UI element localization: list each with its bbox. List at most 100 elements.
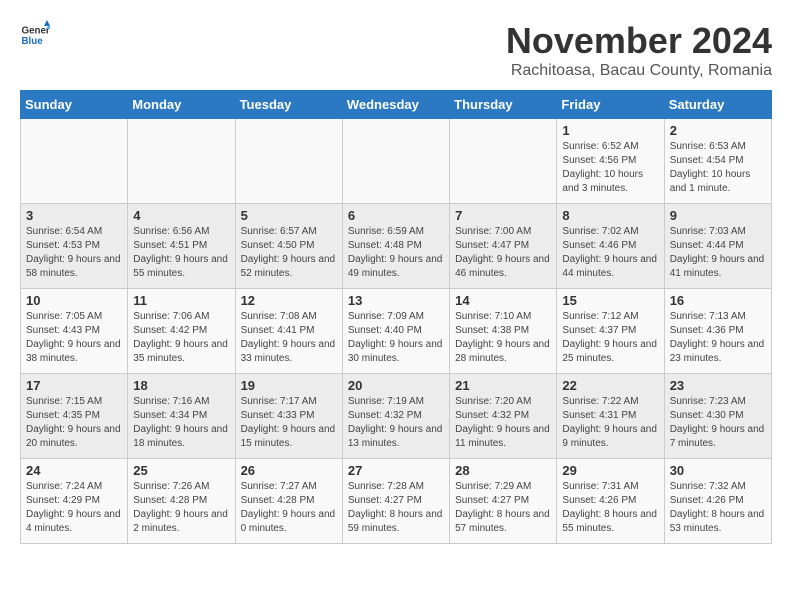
cell-info: Sunrise: 6:59 AM Sunset: 4:48 PM Dayligh… [348, 225, 444, 281]
day-number: 17 [26, 378, 122, 393]
calendar-cell: 23 Sunrise: 7:23 AM Sunset: 4:30 PM Dayli… [664, 374, 771, 459]
day-number: 8 [562, 208, 658, 223]
day-number: 18 [133, 378, 229, 393]
day-number: 9 [670, 208, 766, 223]
svg-text:Blue: Blue [22, 36, 44, 47]
day-number: 28 [455, 463, 551, 478]
cell-info: Sunrise: 7:29 AM Sunset: 4:27 PM Dayligh… [455, 480, 551, 536]
cell-info: Sunrise: 7:32 AM Sunset: 4:26 PM Dayligh… [670, 480, 766, 536]
calendar-cell: 8 Sunrise: 7:02 AM Sunset: 4:46 PM Daylig… [557, 204, 664, 289]
day-number: 16 [670, 293, 766, 308]
day-number: 4 [133, 208, 229, 223]
calendar-week-row: 10 Sunrise: 7:05 AM Sunset: 4:43 PM Dayli… [21, 289, 772, 374]
cell-info: Sunrise: 7:28 AM Sunset: 4:27 PM Dayligh… [348, 480, 444, 536]
cell-info: Sunrise: 7:13 AM Sunset: 4:36 PM Dayligh… [670, 310, 766, 366]
cell-info: Sunrise: 7:15 AM Sunset: 4:35 PM Dayligh… [26, 395, 122, 451]
day-number: 21 [455, 378, 551, 393]
day-number: 2 [670, 123, 766, 138]
calendar-cell: 25 Sunrise: 7:26 AM Sunset: 4:28 PM Dayli… [128, 459, 235, 544]
day-number: 6 [348, 208, 444, 223]
day-number: 15 [562, 293, 658, 308]
cell-info: Sunrise: 6:56 AM Sunset: 4:51 PM Dayligh… [133, 225, 229, 281]
day-number: 25 [133, 463, 229, 478]
day-number: 30 [670, 463, 766, 478]
cell-info: Sunrise: 7:24 AM Sunset: 4:29 PM Dayligh… [26, 480, 122, 536]
calendar-cell: 9Sunrise: 7:03 AM Sunset: 4:44 PM Daylig… [664, 204, 771, 289]
cell-info: Sunrise: 7:22 AM Sunset: 4:31 PM Dayligh… [562, 395, 658, 451]
day-number: 20 [348, 378, 444, 393]
day-number: 7 [455, 208, 551, 223]
calendar-cell: 20 Sunrise: 7:19 AM Sunset: 4:32 PM Dayli… [342, 374, 449, 459]
day-header-friday: Friday [557, 91, 664, 119]
cell-info: Sunrise: 7:20 AM Sunset: 4:32 PM Dayligh… [455, 395, 551, 451]
calendar-cell: 5Sunrise: 6:57 AM Sunset: 4:50 PM Daylig… [235, 204, 342, 289]
calendar-cell: 18 Sunrise: 7:16 AM Sunset: 4:34 PM Dayli… [128, 374, 235, 459]
calendar-cell: 14Sunrise: 7:10 AM Sunset: 4:38 PM Dayli… [450, 289, 557, 374]
month-title: November 2024 [506, 20, 772, 62]
page-header: General Blue November 2024 Rachitoasa, B… [20, 20, 772, 80]
calendar-cell: 27 Sunrise: 7:28 AM Sunset: 4:27 PM Dayli… [342, 459, 449, 544]
calendar-cell: 3 Sunrise: 6:54 AM Sunset: 4:53 PM Daylig… [21, 204, 128, 289]
cell-info: Sunrise: 7:16 AM Sunset: 4:34 PM Dayligh… [133, 395, 229, 451]
calendar-cell: 22 Sunrise: 7:22 AM Sunset: 4:31 PM Dayli… [557, 374, 664, 459]
day-number: 29 [562, 463, 658, 478]
cell-info: Sunrise: 7:31 AM Sunset: 4:26 PM Dayligh… [562, 480, 658, 536]
day-number: 26 [241, 463, 337, 478]
calendar-cell: 1Sunrise: 6:52 AM Sunset: 4:56 PM Daylig… [557, 119, 664, 204]
calendar-cell: 12 Sunrise: 7:08 AM Sunset: 4:41 PM Dayli… [235, 289, 342, 374]
calendar-cell: 2 Sunrise: 6:53 AM Sunset: 4:54 PM Daylig… [664, 119, 771, 204]
day-header-thursday: Thursday [450, 91, 557, 119]
calendar-cell: 28 Sunrise: 7:29 AM Sunset: 4:27 PM Dayli… [450, 459, 557, 544]
calendar-cell [21, 119, 128, 204]
logo-icon: General Blue [20, 20, 50, 50]
cell-info: Sunrise: 7:02 AM Sunset: 4:46 PM Dayligh… [562, 225, 658, 281]
cell-info: Sunrise: 7:05 AM Sunset: 4:43 PM Dayligh… [26, 310, 122, 366]
cell-info: Sunrise: 6:57 AM Sunset: 4:50 PM Dayligh… [241, 225, 337, 281]
cell-info: Sunrise: 7:12 AM Sunset: 4:37 PM Dayligh… [562, 310, 658, 366]
cell-info: Sunrise: 7:27 AM Sunset: 4:28 PM Dayligh… [241, 480, 337, 536]
title-block: November 2024 Rachitoasa, Bacau County, … [506, 20, 772, 80]
calendar-cell [342, 119, 449, 204]
calendar-cell: 15 Sunrise: 7:12 AM Sunset: 4:37 PM Dayli… [557, 289, 664, 374]
calendar-cell: 24 Sunrise: 7:24 AM Sunset: 4:29 PM Dayli… [21, 459, 128, 544]
calendar-cell: 17 Sunrise: 7:15 AM Sunset: 4:35 PM Dayli… [21, 374, 128, 459]
calendar-cell: 10 Sunrise: 7:05 AM Sunset: 4:43 PM Dayli… [21, 289, 128, 374]
calendar-cell: 21 Sunrise: 7:20 AM Sunset: 4:32 PM Dayli… [450, 374, 557, 459]
day-header-sunday: Sunday [21, 91, 128, 119]
calendar-week-row: 24 Sunrise: 7:24 AM Sunset: 4:29 PM Dayli… [21, 459, 772, 544]
day-header-tuesday: Tuesday [235, 91, 342, 119]
day-number: 27 [348, 463, 444, 478]
cell-info: Sunrise: 7:17 AM Sunset: 4:33 PM Dayligh… [241, 395, 337, 451]
cell-info: Sunrise: 7:08 AM Sunset: 4:41 PM Dayligh… [241, 310, 337, 366]
day-number: 10 [26, 293, 122, 308]
calendar-cell: 6 Sunrise: 6:59 AM Sunset: 4:48 PM Daylig… [342, 204, 449, 289]
day-number: 22 [562, 378, 658, 393]
cell-info: Sunrise: 6:53 AM Sunset: 4:54 PM Dayligh… [670, 140, 766, 196]
day-header-saturday: Saturday [664, 91, 771, 119]
day-number: 3 [26, 208, 122, 223]
day-number: 13 [348, 293, 444, 308]
cell-info: Sunrise: 7:23 AM Sunset: 4:30 PM Dayligh… [670, 395, 766, 451]
calendar-table: SundayMondayTuesdayWednesdayThursdayFrid… [20, 90, 772, 544]
day-number: 12 [241, 293, 337, 308]
cell-info: Sunrise: 7:06 AM Sunset: 4:42 PM Dayligh… [133, 310, 229, 366]
calendar-cell [235, 119, 342, 204]
day-header-wednesday: Wednesday [342, 91, 449, 119]
cell-info: Sunrise: 6:52 AM Sunset: 4:56 PM Dayligh… [562, 140, 658, 196]
cell-info: Sunrise: 7:10 AM Sunset: 4:38 PM Dayligh… [455, 310, 551, 366]
location-subtitle: Rachitoasa, Bacau County, Romania [506, 62, 772, 80]
svg-text:General: General [22, 26, 51, 37]
calendar-cell: 13 Sunrise: 7:09 AM Sunset: 4:40 PM Dayli… [342, 289, 449, 374]
calendar-body: 1Sunrise: 6:52 AM Sunset: 4:56 PM Daylig… [21, 119, 772, 544]
day-number: 11 [133, 293, 229, 308]
day-number: 24 [26, 463, 122, 478]
cell-info: Sunrise: 7:26 AM Sunset: 4:28 PM Dayligh… [133, 480, 229, 536]
cell-info: Sunrise: 7:09 AM Sunset: 4:40 PM Dayligh… [348, 310, 444, 366]
calendar-cell: 16 Sunrise: 7:13 AM Sunset: 4:36 PM Dayli… [664, 289, 771, 374]
cell-info: Sunrise: 7:00 AM Sunset: 4:47 PM Dayligh… [455, 225, 551, 281]
cell-info: Sunrise: 6:54 AM Sunset: 4:53 PM Dayligh… [26, 225, 122, 281]
calendar-cell [128, 119, 235, 204]
cell-info: Sunrise: 7:19 AM Sunset: 4:32 PM Dayligh… [348, 395, 444, 451]
calendar-cell: 19Sunrise: 7:17 AM Sunset: 4:33 PM Dayli… [235, 374, 342, 459]
day-number: 23 [670, 378, 766, 393]
